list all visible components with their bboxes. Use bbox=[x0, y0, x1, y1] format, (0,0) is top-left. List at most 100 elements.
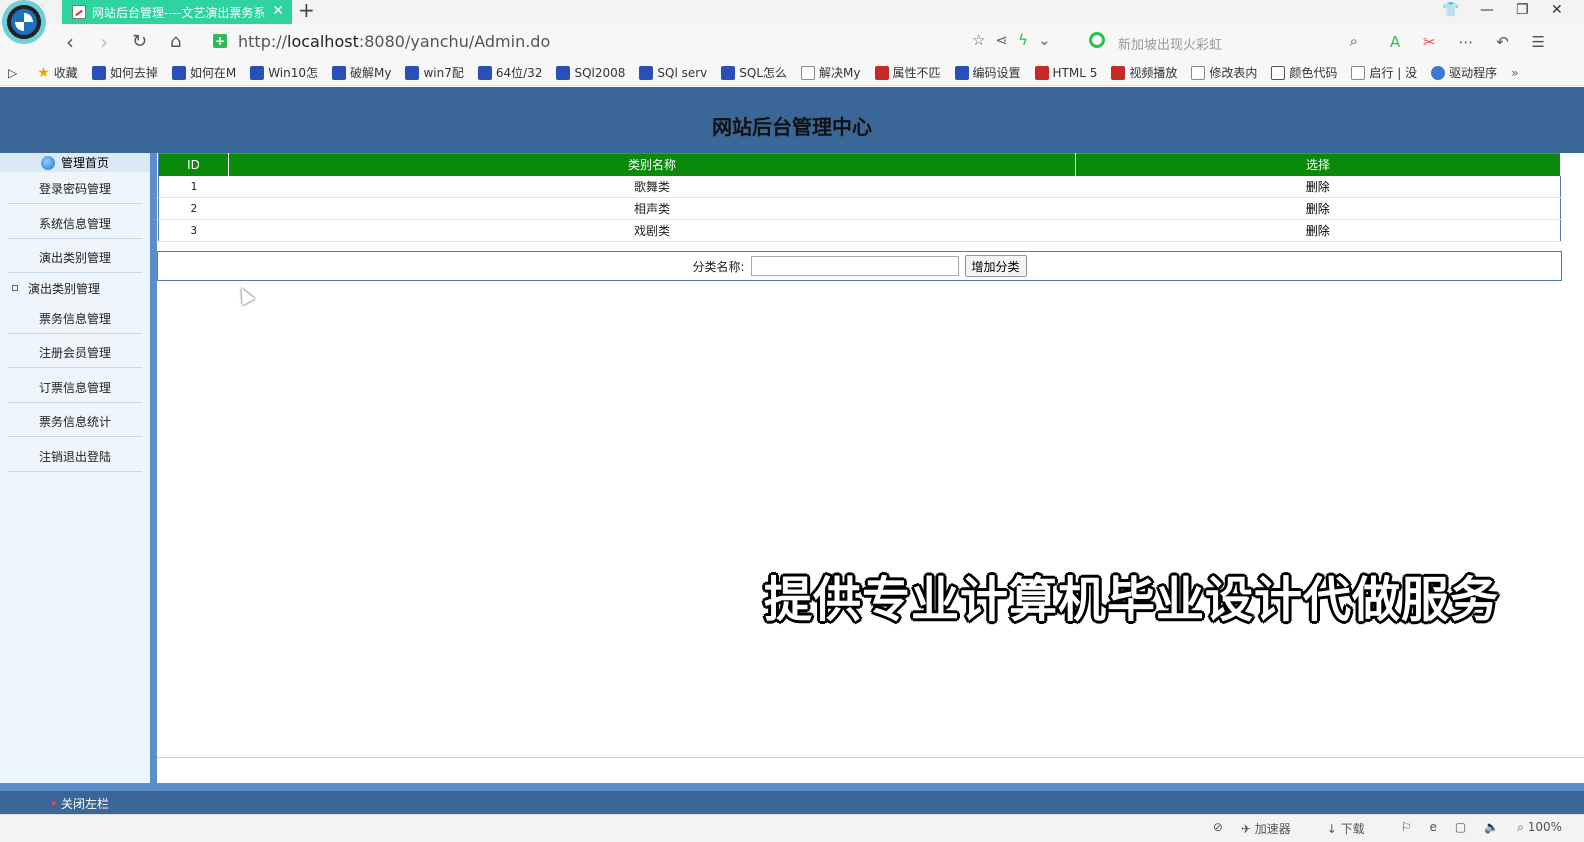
home-icon[interactable]: ⌂ bbox=[170, 30, 181, 54]
forward-icon[interactable]: › bbox=[100, 30, 108, 54]
bookmark-item[interactable]: 如何在M bbox=[171, 64, 236, 81]
tab-title: 网站后台管理----文艺演出票务系 bbox=[92, 5, 266, 20]
bookmark-item[interactable]: ★ 收藏 bbox=[37, 64, 78, 81]
bookmark-item[interactable]: SQl2008 bbox=[556, 65, 625, 80]
ie-mode-icon[interactable]: e bbox=[1429, 820, 1436, 837]
bookmark-item[interactable]: 修改表内 bbox=[1191, 64, 1257, 81]
w3-icon bbox=[1034, 65, 1049, 80]
star-icon: ★ bbox=[37, 64, 50, 81]
sidebar-subitem-category[interactable]: 演出类别管理 bbox=[12, 280, 142, 296]
globe-icon bbox=[1431, 65, 1446, 80]
cell-id: 3 bbox=[158, 219, 229, 242]
restore-icon[interactable]: ❐ bbox=[1516, 2, 1529, 18]
more-options-icon[interactable]: ⋯ bbox=[1458, 33, 1473, 51]
close-left-panel-button[interactable]: ▸ 关闭左栏 bbox=[52, 795, 109, 812]
volume-icon[interactable]: 🔈 bbox=[1484, 820, 1499, 837]
bookmark-item[interactable]: SQl serv bbox=[639, 65, 707, 80]
shield-status-icon[interactable]: ⊘ bbox=[1213, 820, 1223, 837]
bookmark-item[interactable]: 视频播放 bbox=[1111, 64, 1177, 81]
bookmark-item[interactable]: 编码设置 bbox=[954, 64, 1021, 81]
menu-icon[interactable]: ☰ bbox=[1532, 33, 1545, 51]
bookmark-item[interactable]: 颜色代码 bbox=[1271, 64, 1337, 81]
column-header-id: ID bbox=[158, 153, 229, 176]
feedback-icon[interactable]: ⚐ bbox=[1401, 820, 1412, 837]
category-name-label: 分类名称: bbox=[692, 259, 745, 274]
reload-icon[interactable]: ↻ bbox=[132, 30, 147, 54]
content-divider bbox=[157, 757, 1584, 758]
more-bookmarks-icon[interactable]: » bbox=[1511, 66, 1518, 80]
baidu-paw-icon bbox=[171, 65, 186, 80]
bookmark-item[interactable]: 解决My bbox=[801, 64, 861, 81]
download-button[interactable]: ↓ 下载 bbox=[1327, 820, 1383, 837]
minimize-icon[interactable]: — bbox=[1480, 2, 1494, 18]
cell-name: 歌舞类 bbox=[228, 175, 1076, 198]
bookmark-item[interactable]: 驱动程序 bbox=[1431, 64, 1497, 81]
delete-link[interactable]: 删除 bbox=[1306, 202, 1330, 216]
baidu-paw-icon bbox=[477, 65, 492, 80]
bookmark-item[interactable]: Win10怎 bbox=[250, 64, 318, 81]
category-table: ID 类别名称 选择 1 歌舞类 删除 2 相声类 删除 3 戏剧类 删除 bbox=[158, 153, 1561, 242]
footer-divider bbox=[0, 783, 1584, 791]
sidebar-item-orders[interactable]: 订票信息管理 bbox=[8, 373, 142, 403]
back-icon[interactable]: ‹ bbox=[66, 30, 74, 54]
bookmarks-bar: ▷ ★ 收藏 如何去掉 如何在M Win10怎 破解My win7配 64位/32… bbox=[0, 60, 1584, 86]
address-tools[interactable]: ☆⋖ϟ⌄ bbox=[972, 31, 1061, 49]
delete-link[interactable]: 删除 bbox=[1306, 224, 1330, 238]
search-input[interactable]: 新加坡出现火彩虹 bbox=[1118, 34, 1222, 53]
search-box[interactable]: 新加坡出现火彩虹 ⌕ bbox=[1086, 29, 1366, 55]
add-category-button[interactable]: 增加分类 bbox=[964, 255, 1027, 277]
browser-logo-icon bbox=[2, 0, 46, 44]
sidebar-item-logout[interactable]: 注销退出登陆 bbox=[8, 442, 142, 472]
bookmark-item[interactable]: 64位/32 bbox=[477, 64, 542, 81]
tab-close-icon[interactable]: ✕ bbox=[272, 3, 284, 19]
bookmark-item[interactable]: 如何去掉 bbox=[91, 64, 158, 81]
sidebar-toggle-icon[interactable]: ▷ bbox=[8, 66, 17, 80]
chevron-down-icon[interactable]: ⌄ bbox=[1038, 31, 1061, 49]
undo-icon[interactable]: ↶ bbox=[1496, 33, 1509, 51]
globe-icon bbox=[40, 155, 55, 170]
sidebar-item-tickets[interactable]: 票务信息管理 bbox=[8, 304, 142, 334]
bookmark-item[interactable]: win7配 bbox=[405, 64, 464, 81]
sidebar-item-category[interactable]: 演出类别管理 bbox=[8, 243, 142, 273]
category-name-input[interactable] bbox=[750, 256, 959, 276]
watermark-overlay: 提供专业计算机毕业设计代做服务 bbox=[764, 572, 1500, 628]
baidu-paw-icon bbox=[639, 65, 654, 80]
column-header-name: 类别名称 bbox=[228, 153, 1076, 176]
bookmark-item[interactable]: 属性不匹 bbox=[874, 64, 941, 81]
bookmark-item[interactable]: SQL怎么 bbox=[721, 64, 787, 81]
table-row: 2 相声类 删除 bbox=[158, 197, 1561, 220]
lightning-icon[interactable]: ϟ bbox=[1018, 31, 1038, 49]
document-icon bbox=[1191, 65, 1206, 80]
add-category-form: 分类名称: 增加分类 bbox=[157, 251, 1562, 281]
bookmark-item[interactable]: 启行 | 没 bbox=[1351, 64, 1417, 81]
page-title: 网站后台管理中心 bbox=[712, 115, 872, 139]
sidebar-item-statistics[interactable]: 票务信息统计 bbox=[8, 407, 142, 437]
sidebar-item-system-info[interactable]: 系统信息管理 bbox=[8, 209, 142, 239]
scissors-icon[interactable]: ✂ bbox=[1423, 33, 1436, 51]
share-icon[interactable]: ⋖ bbox=[995, 31, 1018, 49]
window-icon[interactable]: ▢ bbox=[1455, 820, 1466, 837]
skin-icon[interactable]: 👕 bbox=[1442, 2, 1459, 18]
baidu-paw-icon bbox=[91, 65, 106, 80]
sidebar-home[interactable]: 管理首页 bbox=[0, 153, 150, 172]
translate-icon[interactable]: A bbox=[1390, 33, 1400, 51]
table-row: 1 歌舞类 删除 bbox=[158, 175, 1561, 198]
address-bar[interactable]: + http://localhost:8080/yanchu/Admin.do bbox=[210, 29, 1070, 55]
table-header-row: ID 类别名称 选择 bbox=[158, 153, 1561, 176]
browser-tab-active[interactable]: 网站后台管理----文艺演出票务系 ✕ bbox=[62, 0, 292, 24]
close-window-icon[interactable]: ✕ bbox=[1551, 2, 1563, 18]
url-text[interactable]: http://localhost:8080/yanchu/Admin.do bbox=[238, 32, 550, 51]
browser-tab-bar: 网站后台管理----文艺演出票务系 ✕ + 👕 — ❐ ✕ bbox=[0, 0, 1584, 44]
delete-link[interactable]: 删除 bbox=[1306, 180, 1330, 194]
search-icon[interactable]: ⌕ bbox=[1350, 32, 1358, 50]
bookmark-item[interactable]: 破解My bbox=[332, 64, 391, 81]
bookmark-item[interactable]: HTML 5 bbox=[1034, 65, 1097, 80]
accelerator-button[interactable]: ✈ 加速器 bbox=[1241, 820, 1309, 837]
star-bookmark-icon[interactable]: ☆ bbox=[972, 31, 995, 49]
new-tab-icon[interactable]: + bbox=[298, 0, 315, 20]
sidebar-item-members[interactable]: 注册会员管理 bbox=[8, 338, 142, 368]
sidebar-item-password[interactable]: 登录密码管理 bbox=[8, 174, 142, 204]
page-icon bbox=[801, 65, 816, 80]
zoom-level[interactable]: ⌕ 100% bbox=[1517, 820, 1580, 837]
cell-name: 戏剧类 bbox=[228, 219, 1076, 242]
